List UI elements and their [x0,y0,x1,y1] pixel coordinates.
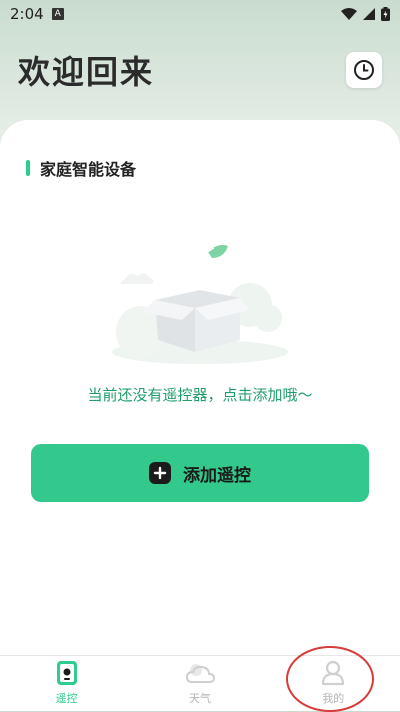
plus-icon [149,462,171,484]
status-left: 2:04 A [10,5,64,23]
header: 欢迎回来 [18,40,382,100]
status-right [341,7,390,21]
history-button[interactable] [346,52,382,88]
empty-box-illustration [112,244,288,364]
annotation-circle [286,646,374,712]
main-card: 家庭智能设备 当前还没有遥控器，点击添加哦～ 添加遥控 [0,120,400,660]
cellular-signal-icon [363,8,375,20]
section-title: 家庭智能设备 [40,160,137,179]
clock-icon [354,60,374,80]
nav-item-weather[interactable]: 天气 [133,656,266,711]
add-remote-button-label: 添加遥控 [183,465,251,486]
battery-icon [381,7,390,21]
wifi-icon [341,8,357,20]
status-bar: 2:04 A [0,0,400,28]
weather-icon [185,664,215,683]
section-accent-bar [26,160,30,176]
nav-label-weather: 天气 [188,692,211,705]
status-time: 2:04 [10,5,44,23]
remote-icon [56,661,77,685]
nav-label-remote: 遥控 [55,692,78,705]
section-header: 家庭智能设备 [26,156,136,180]
nav-item-remote[interactable]: 遥控 [0,656,133,711]
notification-icon: A [51,8,64,20]
add-remote-button[interactable]: 添加遥控 [31,444,369,502]
page-title: 欢迎回来 [18,53,155,91]
empty-state-message: 当前还没有遥控器，点击添加哦～ [87,386,313,404]
